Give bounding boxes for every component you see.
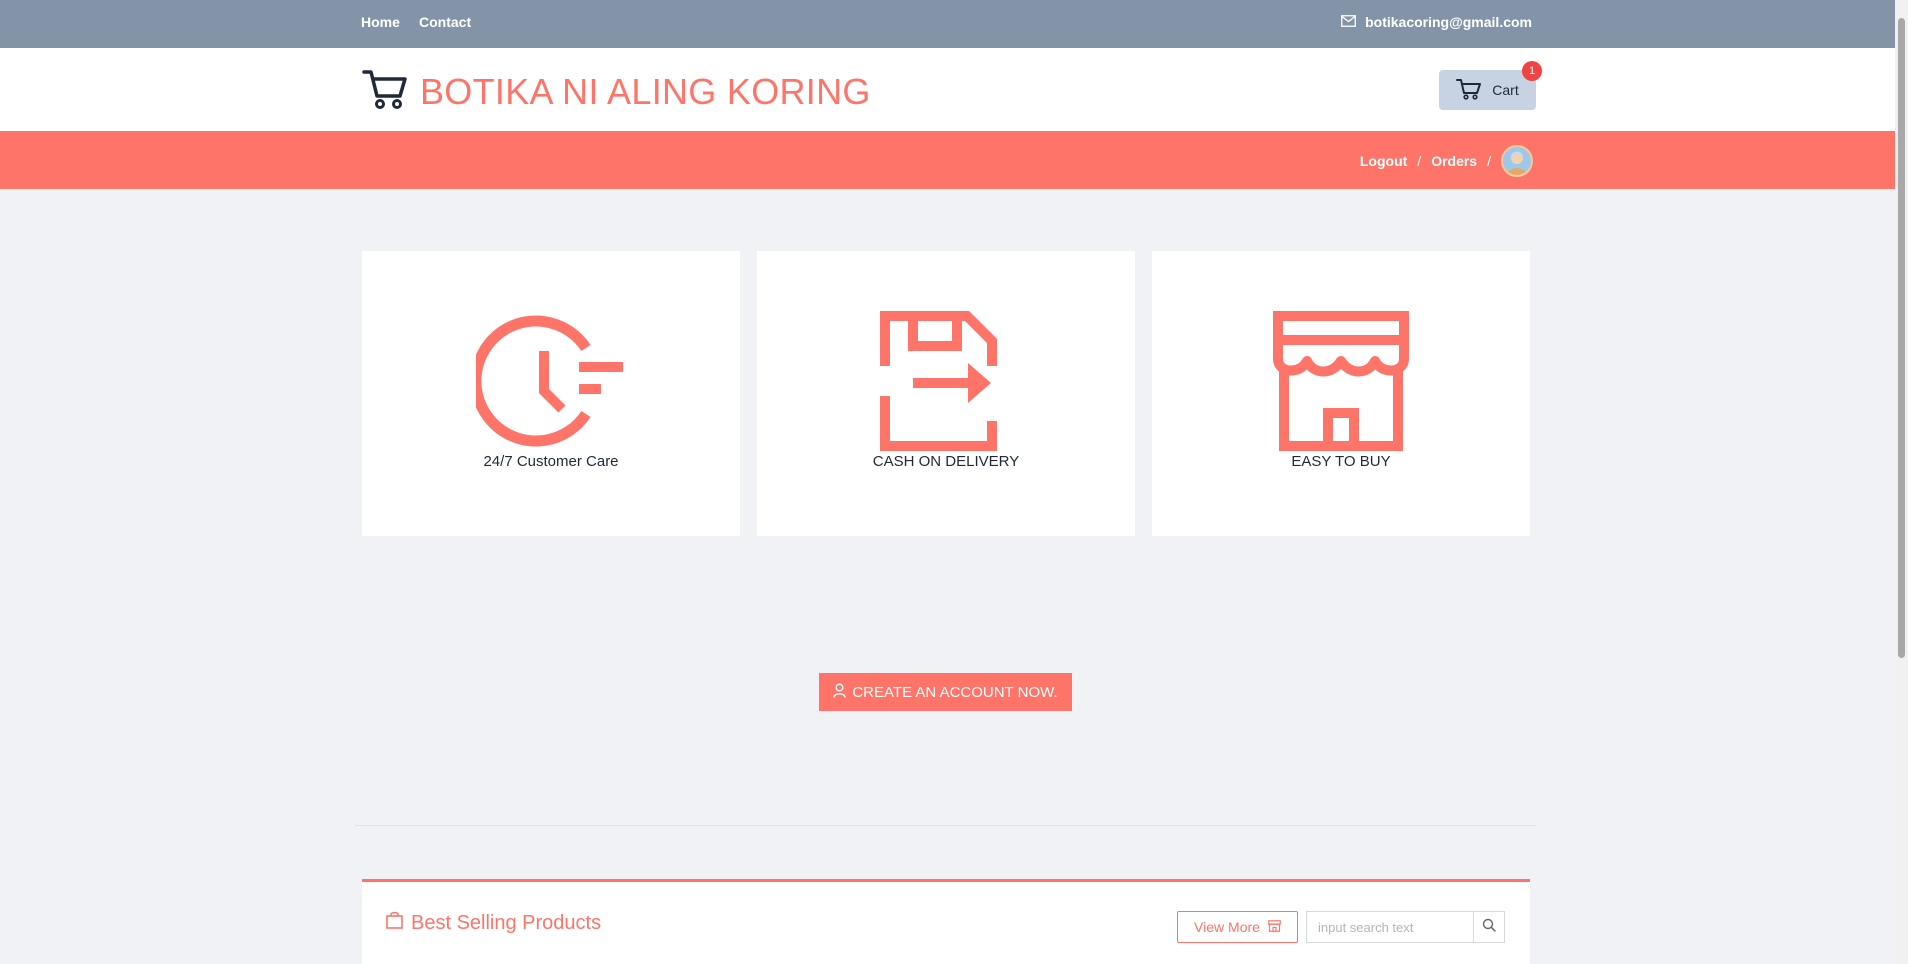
user-icon	[833, 683, 847, 702]
cart-count-badge: 1	[1522, 61, 1542, 81]
page-scrollbar[interactable]	[1895, 0, 1908, 964]
search-input[interactable]	[1306, 911, 1473, 943]
search-icon	[1482, 918, 1496, 937]
section-title-text: Best Selling Products	[411, 911, 602, 934]
search-button[interactable]	[1473, 911, 1505, 943]
cart-label: Cart	[1492, 82, 1519, 98]
section-title: Best Selling Products	[386, 911, 601, 935]
contact-email: botikacoring@gmail.com	[1341, 14, 1532, 30]
best-selling-section: Best Selling Products View More	[362, 879, 1530, 964]
nav-home-link[interactable]: Home	[361, 14, 400, 30]
nav-contact-link[interactable]: Contact	[419, 14, 471, 30]
shopping-bag-icon	[386, 911, 403, 935]
feature-label: 24/7 Customer Care	[483, 453, 619, 470]
shopping-cart-icon	[362, 68, 408, 115]
cart-icon	[1456, 78, 1482, 103]
scrollbar-thumb[interactable]	[1898, 18, 1905, 658]
create-account-button[interactable]: CREATE AN ACCOUNT NOW.	[819, 673, 1072, 711]
delivery-arrow-icon	[871, 311, 1021, 451]
user-bar: Logout / Orders /	[0, 131, 1895, 189]
header: BOTIKA NI ALING KORING Cart 1	[0, 48, 1895, 131]
separator: /	[1487, 153, 1491, 169]
feature-card-customer-care: 24/7 Customer Care	[362, 251, 740, 536]
mail-icon	[1341, 14, 1356, 30]
email-text[interactable]: botikacoring@gmail.com	[1365, 14, 1532, 30]
orders-link[interactable]: Orders	[1431, 153, 1477, 169]
feature-card-cash-on-delivery: CASH ON DELIVERY	[757, 251, 1135, 536]
section-divider	[355, 825, 1536, 826]
top-bar: Home Contact botikacoring@gmail.com	[0, 0, 1895, 48]
storefront-icon	[1266, 311, 1416, 451]
feature-label: CASH ON DELIVERY	[872, 453, 1020, 470]
view-more-button[interactable]: View More	[1177, 911, 1298, 943]
brand[interactable]: BOTIKA NI ALING KORING	[362, 68, 871, 115]
separator: /	[1417, 153, 1422, 169]
brand-title: BOTIKA NI ALING KORING	[420, 70, 871, 112]
avatar[interactable]	[1501, 145, 1533, 177]
feature-card-easy-to-buy: EASY TO BUY	[1152, 251, 1530, 536]
product-search	[1306, 911, 1505, 943]
feature-label: EASY TO BUY	[1291, 453, 1391, 470]
store-icon	[1268, 919, 1281, 935]
logout-link[interactable]: Logout	[1360, 153, 1407, 169]
clock-icon	[476, 311, 626, 451]
cart-button[interactable]: Cart 1	[1439, 61, 1542, 110]
user-menu: Logout / Orders /	[1360, 145, 1533, 177]
view-more-label: View More	[1194, 919, 1260, 935]
create-account-label: CREATE AN ACCOUNT NOW.	[852, 683, 1058, 701]
